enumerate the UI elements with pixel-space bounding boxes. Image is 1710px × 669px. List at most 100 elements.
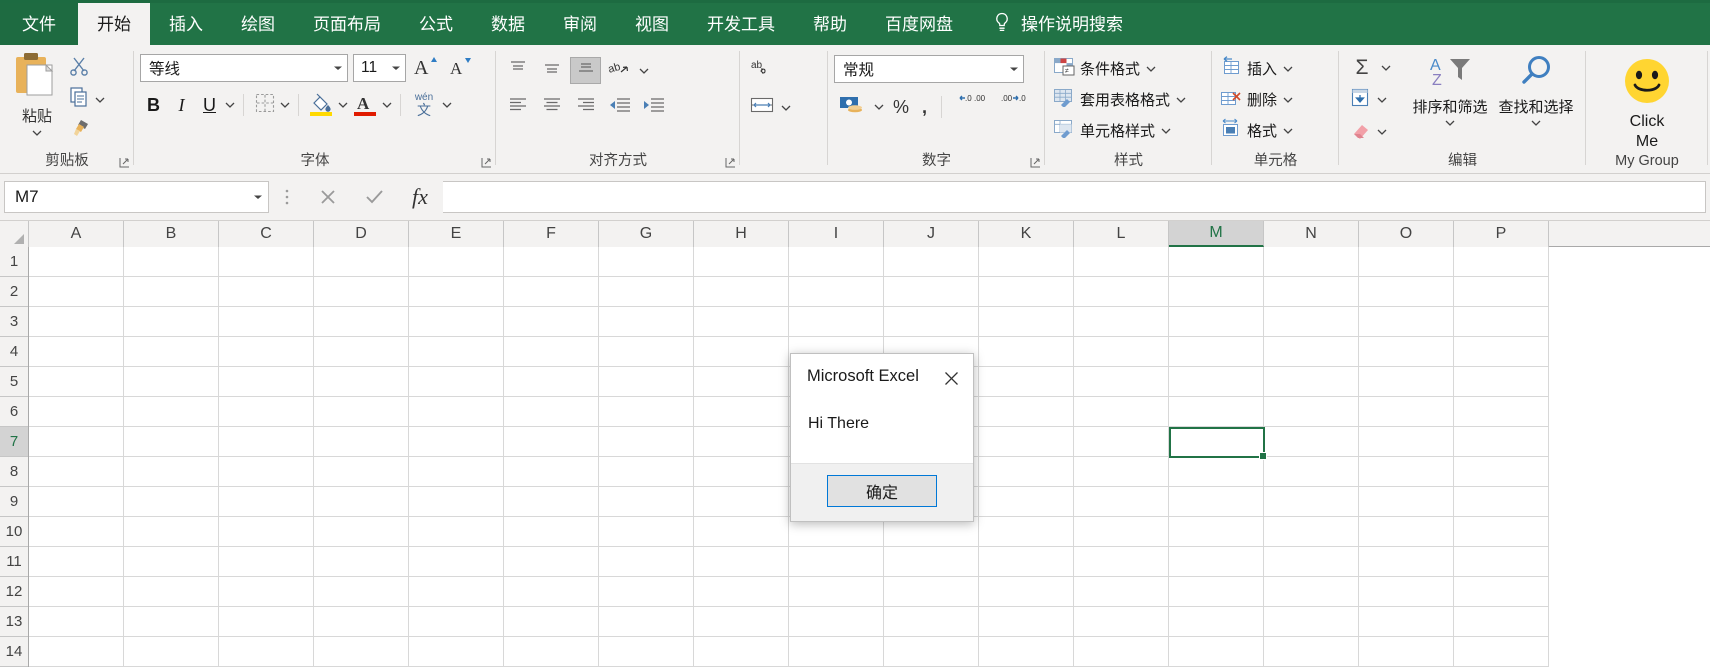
cell[interactable]: [599, 577, 694, 607]
font-name-combo[interactable]: 等线: [140, 54, 348, 82]
row-header-11[interactable]: 11: [0, 547, 28, 577]
cell[interactable]: [219, 397, 314, 427]
cell[interactable]: [1169, 517, 1264, 547]
autosum-chevron-down-icon[interactable]: [1380, 62, 1392, 74]
cell[interactable]: [1169, 367, 1264, 397]
cell[interactable]: [979, 307, 1074, 337]
cell[interactable]: [1074, 637, 1169, 667]
cell[interactable]: [1454, 577, 1549, 607]
close-x-icon[interactable]: [939, 367, 963, 389]
cell[interactable]: [1359, 457, 1454, 487]
cell[interactable]: [124, 307, 219, 337]
cell[interactable]: [219, 247, 314, 277]
font-size-chevron-down-icon[interactable]: [390, 62, 402, 74]
align-middle-button[interactable]: [536, 57, 567, 84]
italic-button[interactable]: I: [168, 91, 195, 119]
cell[interactable]: [504, 277, 599, 307]
cell[interactable]: [694, 457, 789, 487]
cell[interactable]: [124, 397, 219, 427]
col-header-G[interactable]: G: [599, 221, 694, 247]
cell[interactable]: [1264, 427, 1359, 457]
wrap-text-button[interactable]: ab: [746, 57, 777, 84]
sort-filter-button[interactable]: AZ 排序和筛选: [1407, 53, 1493, 129]
col-header-C[interactable]: C: [219, 221, 314, 247]
col-header-M[interactable]: M: [1169, 221, 1264, 247]
cell[interactable]: [314, 487, 409, 517]
col-header-B[interactable]: B: [124, 221, 219, 247]
cell[interactable]: [789, 277, 884, 307]
cell[interactable]: [599, 487, 694, 517]
copy-dropdown-chevron-down-icon[interactable]: [94, 94, 106, 106]
cell[interactable]: [1264, 367, 1359, 397]
fill-button[interactable]: [1349, 87, 1371, 114]
cell[interactable]: [219, 637, 314, 667]
cell[interactable]: [1169, 397, 1264, 427]
row-header-5[interactable]: 5: [0, 367, 28, 397]
cell[interactable]: [124, 247, 219, 277]
cell[interactable]: [219, 517, 314, 547]
cell[interactable]: [1454, 307, 1549, 337]
cell[interactable]: [789, 547, 884, 577]
cell[interactable]: [1169, 307, 1264, 337]
cell[interactable]: [219, 487, 314, 517]
cell[interactable]: [694, 607, 789, 637]
cell[interactable]: [979, 367, 1074, 397]
comma-style-button[interactable]: ,: [917, 93, 932, 121]
orientation-chevron-down-icon[interactable]: [638, 65, 650, 77]
cell[interactable]: [504, 427, 599, 457]
cell[interactable]: [1454, 277, 1549, 307]
formula-input[interactable]: [443, 181, 1706, 213]
cell[interactable]: [1359, 367, 1454, 397]
cell[interactable]: [1264, 577, 1359, 607]
cell[interactable]: [409, 637, 504, 667]
clipboard-dialog-launcher[interactable]: [119, 157, 130, 168]
cell[interactable]: [979, 337, 1074, 367]
cell[interactable]: [219, 367, 314, 397]
align-top-button[interactable]: [502, 57, 533, 84]
tab-file[interactable]: 文件: [0, 0, 78, 45]
cell[interactable]: [1074, 487, 1169, 517]
cell[interactable]: [409, 247, 504, 277]
cell[interactable]: [29, 457, 124, 487]
drag-grip-icon[interactable]: [269, 188, 305, 206]
insert-cells-button[interactable]: 插入: [1218, 54, 1296, 83]
cell[interactable]: [1264, 517, 1359, 547]
cell[interactable]: [884, 607, 979, 637]
tab-help[interactable]: 帮助: [794, 0, 866, 45]
cell[interactable]: [1264, 487, 1359, 517]
cell[interactable]: [124, 457, 219, 487]
cell[interactable]: [1454, 637, 1549, 667]
cancel-x-icon[interactable]: [305, 181, 351, 213]
cell[interactable]: [884, 247, 979, 277]
cell[interactable]: [124, 517, 219, 547]
cell[interactable]: [1454, 337, 1549, 367]
cell[interactable]: [979, 607, 1074, 637]
tab-page-layout[interactable]: 页面布局: [294, 0, 400, 45]
tab-formulas[interactable]: 公式: [400, 0, 472, 45]
cell[interactable]: [314, 247, 409, 277]
cell[interactable]: [694, 367, 789, 397]
tab-data[interactable]: 数据: [472, 0, 544, 45]
cell[interactable]: [1454, 487, 1549, 517]
cell[interactable]: [504, 577, 599, 607]
increase-decimal-button[interactable]: .0.00: [951, 93, 991, 121]
cell[interactable]: [694, 577, 789, 607]
phonetic-guide-button[interactable]: wén 文: [408, 91, 440, 119]
cell[interactable]: [29, 247, 124, 277]
find-select-chevron-down-icon[interactable]: [1530, 117, 1542, 129]
cell[interactable]: [789, 607, 884, 637]
cell[interactable]: [1454, 547, 1549, 577]
cell[interactable]: [789, 307, 884, 337]
cell[interactable]: [504, 487, 599, 517]
cell[interactable]: [1359, 337, 1454, 367]
cell[interactable]: [599, 367, 694, 397]
cell[interactable]: [1359, 607, 1454, 637]
cell[interactable]: [1074, 607, 1169, 637]
borders-button[interactable]: [251, 91, 278, 119]
cell[interactable]: [29, 367, 124, 397]
cell[interactable]: [1359, 427, 1454, 457]
cell[interactable]: [1454, 427, 1549, 457]
decrease-decimal-button[interactable]: .00 .0: [994, 93, 1034, 121]
cell[interactable]: [124, 337, 219, 367]
conditional-formatting-button[interactable]: ≠ 条件格式: [1051, 54, 1159, 83]
